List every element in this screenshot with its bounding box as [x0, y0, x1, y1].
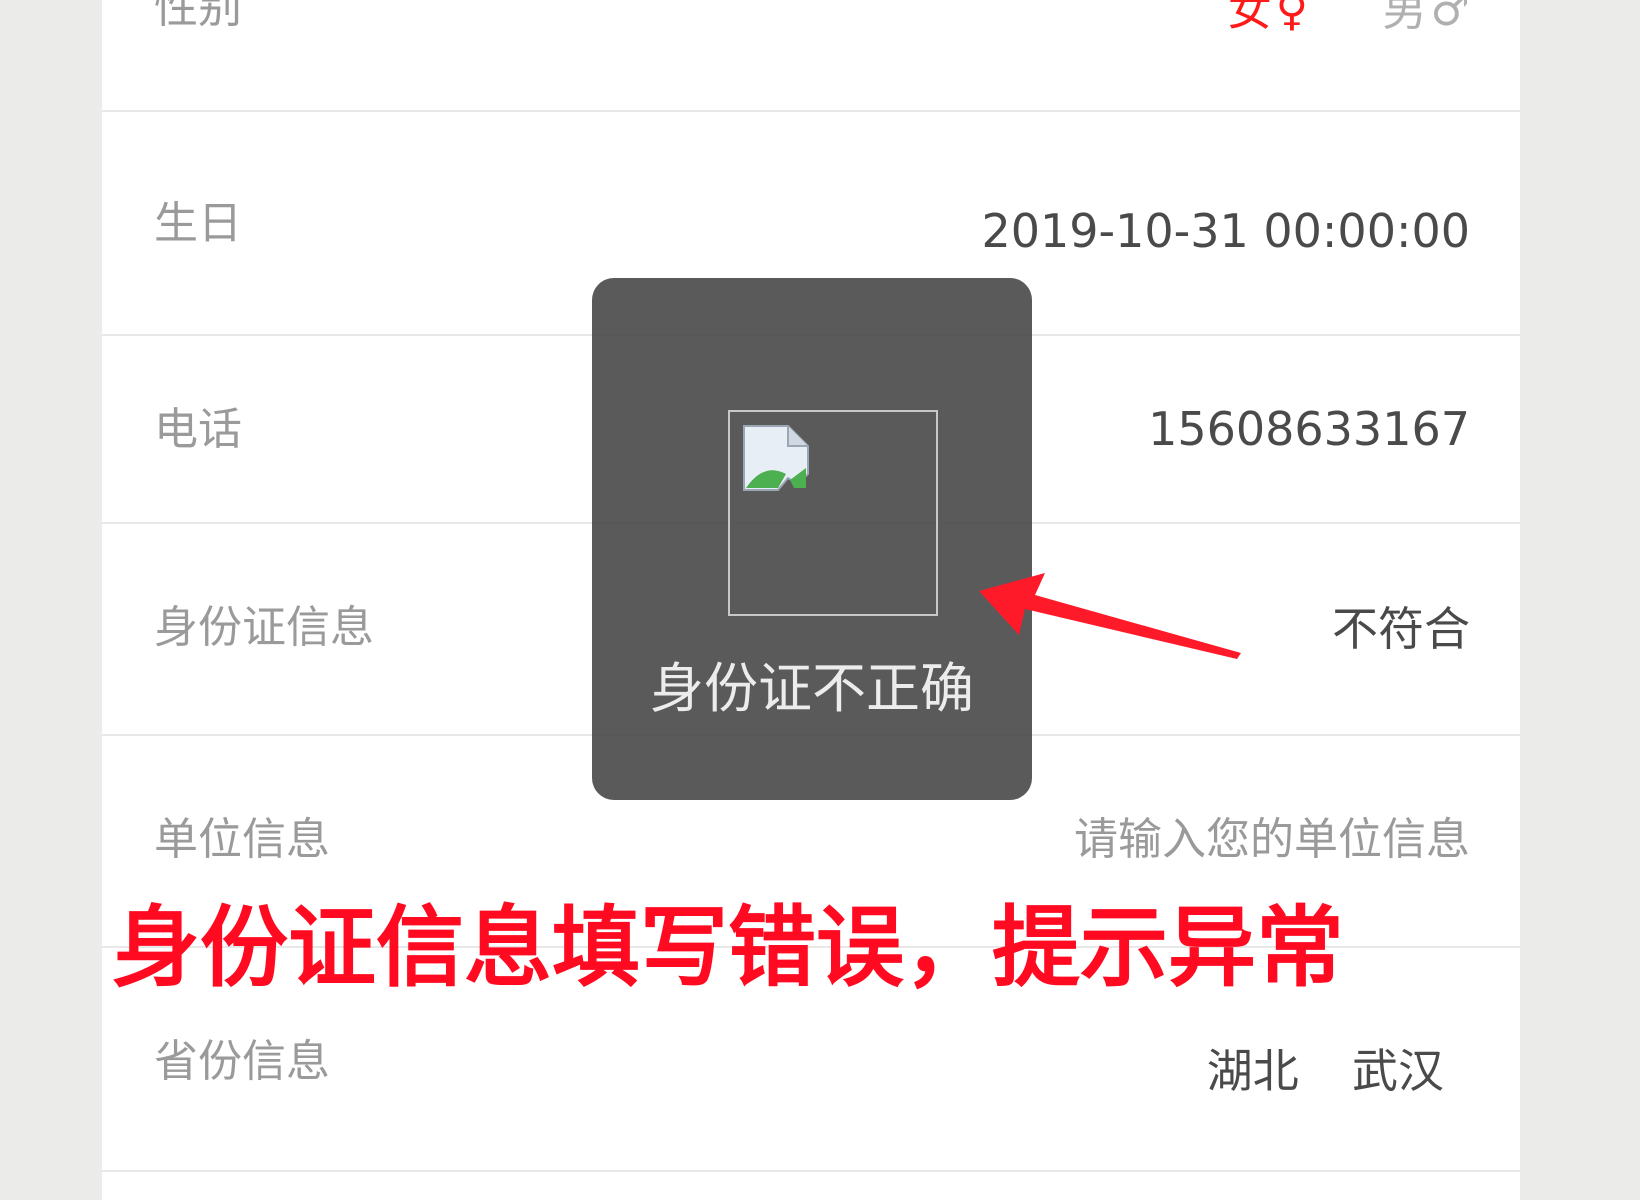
- phone-value: 15608633167: [1148, 402, 1470, 456]
- toast-message: 身份证不正确: [650, 657, 974, 720]
- annotation-text: 身份证信息填写错误，提示异常: [112, 896, 1345, 999]
- gender-option-female[interactable]: 女♀: [1228, 0, 1308, 33]
- city-name: 武汉: [1352, 1044, 1444, 1098]
- work-unit-input[interactable]: 请输入您的单位信息: [1074, 818, 1470, 862]
- gender-options: 女♀ 男♂: [1168, 0, 1470, 33]
- gender-row: 性别 女♀ 男♂: [102, 0, 1520, 112]
- birthday-value: 2019-10-31 00:00:00: [981, 204, 1470, 258]
- arrow-annotation-icon: [979, 573, 1241, 659]
- broken-image-icon: [743, 425, 809, 491]
- gender-female-label: 女: [1227, 0, 1272, 36]
- province-value: 湖北 武汉: [1207, 1048, 1444, 1094]
- gender-label: 性别: [154, 0, 242, 33]
- province-name: 湖北: [1206, 1044, 1299, 1098]
- work-unit-label: 单位信息: [154, 814, 330, 865]
- id-card-label: 身份证信息: [154, 602, 374, 653]
- gender-option-male[interactable]: 男♂: [1383, 0, 1470, 33]
- toast-image-frame: [728, 410, 938, 616]
- birthday-label: 生日: [154, 198, 242, 249]
- error-toast: 身份证不正确: [592, 278, 1032, 800]
- gender-male-label: 男: [1382, 0, 1427, 36]
- province-label: 省份信息: [154, 1036, 330, 1087]
- female-symbol-icon: ♀: [1275, 0, 1308, 36]
- phone-label: 电话: [154, 404, 242, 455]
- male-symbol-icon: ♂: [1430, 0, 1470, 36]
- id-card-value: 不符合: [1332, 602, 1470, 656]
